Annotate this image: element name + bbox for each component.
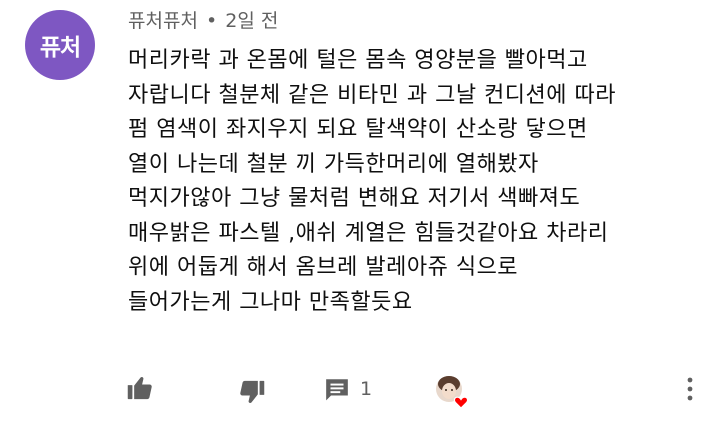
reply-count[interactable]: 1 [360,374,372,404]
comment-icon [326,379,348,401]
timestamp[interactable]: 2일 전 [225,10,278,32]
dislike-button[interactable] [236,376,268,408]
more-options-button[interactable] [680,372,700,406]
comment-line: 위에 어둡게 해서 옴브레 발레아쥬 식으로 [128,255,519,280]
thumbs-up-icon [127,376,152,400]
avatar-text: 퓨처 [39,35,81,61]
creator-heart [434,372,474,410]
comment-line: 열이 나는데 철분 끼 가득한머리에 열해봤자 [128,151,539,177]
like-button[interactable] [124,372,156,404]
comment-line: 먹지가않아 그냥 물처럼 변해요 저기서 색빠져도 [128,186,581,211]
comment-line: 펌 염색이 좌지우지 되요 탈색약이 산소랑 닿으면 [128,117,588,142]
comment-text: 머리카락 과 온몸에 털은 몸속 영양분을 빨아먹고 자랍니다 철분체 같은 비… [128,44,708,320]
avatar[interactable]: 퓨처 [25,10,95,80]
separator-dot: • [205,10,218,32]
comment-header: 퓨처퓨처 • 2일 전 [128,8,278,34]
thumbs-down-icon [240,380,265,404]
comment-line: 자랍니다 철분체 같은 비타민 과 그날 컨디션에 따라 [128,82,616,108]
comment-card: 퓨처 퓨처퓨처 • 2일 전 머리카락 과 온몸에 털은 몸속 영양분을 빨아먹… [0,0,720,442]
creator-heart-icon [436,376,469,409]
comment-line: 매우밝은 파스텔 ,애쉬 계열은 힘들것같아요 차라리 [128,220,609,246]
author-name[interactable]: 퓨처퓨처 [128,10,198,32]
comment-line: 머리카락 과 온몸에 털은 몸속 영양분을 빨아먹고 [128,48,588,73]
comment-line: 들어가는게 그나마 만족할듯요 [128,289,413,315]
reply-button[interactable] [322,374,352,404]
comment-actions: 1 [0,370,720,410]
more-vert-icon [687,377,693,401]
